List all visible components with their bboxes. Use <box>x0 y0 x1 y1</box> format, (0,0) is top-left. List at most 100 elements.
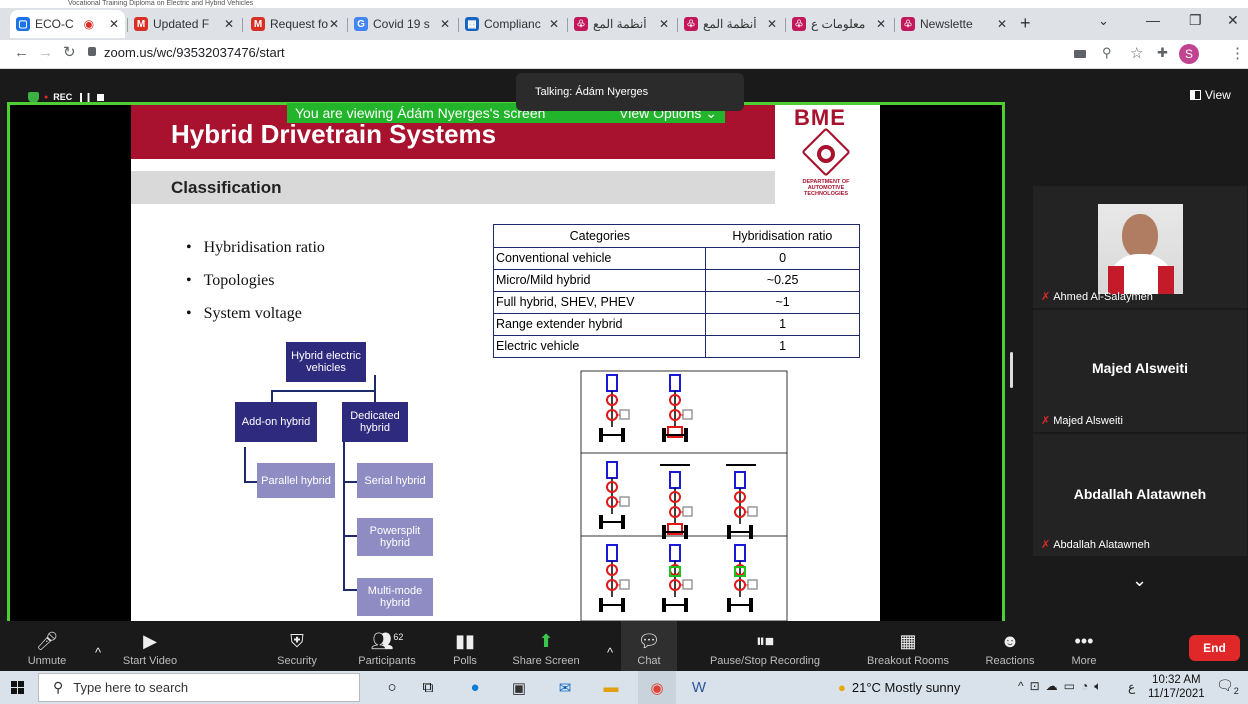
browser-tab[interactable]: ♧ أنظمة المع ✕ <box>568 10 675 38</box>
browser-tab[interactable]: ♧ أنظمة المع ✕ <box>678 10 783 38</box>
rec-label: REC <box>53 92 73 102</box>
polls-button[interactable]: ▮▮ Polls <box>450 621 480 671</box>
windows-start-icon[interactable] <box>0 671 34 704</box>
windows-taskbar: ⚲ Type here to search ○ ⧉ ● ▣ ✉ ▬ ◉ W ● 2… <box>0 671 1248 704</box>
browser-tab[interactable]: M Updated F ✕ <box>128 10 240 38</box>
tree-root-node: Hybrid electric vehicles <box>286 342 366 382</box>
table-row: Conventional vehicle 0 <box>494 247 859 270</box>
top-strip: Vocational Training Diploma on Electric … <box>0 0 1248 8</box>
pause-stop-recording-button[interactable]: ⏸︎⏹︎ Pause/Stop Recording <box>700 621 830 671</box>
presentation-slide: Hybrid Drivetrain Systems Classification… <box>131 105 880 622</box>
browser-tab[interactable]: ▢ ECO-C ◉ ✕ <box>10 10 125 38</box>
browser-tab[interactable]: M Request fo ✕ <box>245 10 345 38</box>
bme-logo: BME DEPARTMENT OF AUTOMOTIVE TECHNOLOGIES <box>793 105 859 205</box>
close-tab-icon[interactable]: ✕ <box>876 17 886 31</box>
taskbar-search-box[interactable]: ⚲ Type here to search <box>38 673 360 702</box>
close-tab-icon[interactable]: ✕ <box>997 17 1007 31</box>
close-window-button[interactable]: ✕ <box>1227 12 1239 29</box>
mic-muted-icon: ✗ <box>1041 415 1051 427</box>
restore-button[interactable]: ❐ <box>1189 12 1202 29</box>
table-cell: Full hybrid, SHEV, PHEV <box>494 291 707 314</box>
close-tab-icon[interactable]: ✕ <box>224 17 234 31</box>
security-button[interactable]: ⛨ Security <box>272 621 322 671</box>
viewing-text: You are viewing Ádám Nyerges's screen <box>295 105 546 121</box>
language-indicator[interactable]: ع <box>1128 680 1135 694</box>
close-tab-icon[interactable]: ✕ <box>329 17 339 31</box>
share-options-caret[interactable]: ^ <box>602 621 618 671</box>
browser-tab[interactable]: ♧ معلومات ع ✕ <box>786 10 892 38</box>
shield-icon <box>28 91 39 103</box>
system-tray-icons[interactable]: ^⊡☁▭◔🔈︎ <box>1018 679 1107 694</box>
clock[interactable]: 10:32 AM 11/17/2021 <box>1148 673 1205 701</box>
table-cell: Electric vehicle <box>494 335 707 357</box>
bookmark-star-icon[interactable]: ☆ <box>1130 44 1143 62</box>
table-cell: Range extender hybrid <box>494 313 707 336</box>
polls-icon: ▮▮ <box>455 631 475 651</box>
tab-title: Complianc <box>484 17 541 31</box>
chat-button[interactable]: 💬︎ Chat <box>621 621 677 671</box>
reactions-button[interactable]: ☻ Reactions <box>982 621 1038 671</box>
participant-tile[interactable]: Abdallah Alatawneh ✗ Abdallah Alatawneh <box>1033 434 1247 556</box>
share-screen-button[interactable]: ⬆ Share Screen <box>508 621 584 671</box>
close-tab-icon[interactable]: ✕ <box>659 17 669 31</box>
audio-options-caret[interactable]: ^ <box>90 621 106 671</box>
profile-avatar[interactable]: S <box>1179 44 1199 64</box>
weather-widget[interactable]: ● 21°C Mostly sunny <box>838 671 960 704</box>
panel-resize-handle[interactable] <box>1010 352 1013 388</box>
participant-tile[interactable]: ✗ Ahmed Al-Salaymeh <box>1033 186 1247 308</box>
chevron-down-icon[interactable]: ⌄ <box>1132 570 1147 591</box>
browser-tab[interactable]: ▦ Complianc ✕ <box>459 10 565 38</box>
mail-icon[interactable]: ✉ <box>550 671 580 704</box>
table-header: Categories <box>494 225 706 248</box>
browser-tab[interactable]: ♧ Newslette ✕ <box>895 10 1013 38</box>
new-tab-button[interactable]: + <box>1020 13 1031 34</box>
close-tab-icon[interactable]: ✕ <box>440 17 450 31</box>
file-explorer-icon[interactable]: ▬ <box>596 671 626 704</box>
table-row: Micro/Mild hybrid ~0.25 <box>494 269 859 292</box>
browser-tab[interactable]: G Covid 19 s ✕ <box>348 10 456 38</box>
table-row: Range extender hybrid 1 <box>494 313 859 336</box>
share-screen-icon: ⬆ <box>538 631 554 651</box>
back-icon[interactable]: ← <box>14 44 29 61</box>
word-icon[interactable]: W <box>684 671 714 704</box>
participants-button[interactable]: 👥︎62 Participants <box>350 621 424 671</box>
tab-title: Request fo <box>270 17 329 31</box>
rec-dot-icon: ● <box>44 93 49 101</box>
stop-recording-icon[interactable] <box>97 93 105 101</box>
site-settings-icon[interactable]: ⚲ <box>1102 45 1112 61</box>
recording-dot-icon: ◉ <box>83 17 95 31</box>
view-button[interactable]: View <box>1190 88 1231 102</box>
minimize-button[interactable]: — <box>1146 12 1160 28</box>
forward-icon[interactable]: → <box>38 44 53 61</box>
table-header: Hybridisation ratio <box>705 225 859 248</box>
end-meeting-button[interactable]: End <box>1189 635 1240 661</box>
hybridisation-table: Categories Hybridisation ratio Conventio… <box>493 224 860 358</box>
tab-search-icon[interactable]: ⌄ <box>1098 13 1109 29</box>
pause-recording-icon[interactable]: ❙❙ <box>77 92 92 103</box>
store-icon[interactable]: ▣ <box>504 671 534 704</box>
start-video-button[interactable]: ▶ Start Video <box>118 621 182 671</box>
browser-tab-bar: ▢ ECO-C ◉ ✕ M Updated F ✕ M Request fo ✕ G Covid 19… <box>0 8 1248 40</box>
camera-icon[interactable] <box>1074 50 1086 58</box>
task-view-icon[interactable]: ⧉ <box>416 671 440 704</box>
more-button[interactable]: ••• More <box>1066 621 1102 671</box>
cortana-icon[interactable]: ○ <box>380 671 404 704</box>
mic-muted-icon: 🎤︎ <box>35 631 59 651</box>
reload-icon[interactable]: ↻ <box>63 43 76 61</box>
table-cell: ~0.25 <box>705 269 859 292</box>
chat-icon: 💬︎ <box>637 631 661 651</box>
tab-favicon-icon: ♧ <box>792 17 806 31</box>
chrome-icon[interactable]: ◉ <box>638 671 676 704</box>
close-tab-icon[interactable]: ✕ <box>767 17 777 31</box>
breakout-rooms-button[interactable]: ▦ Breakout Rooms <box>860 621 956 671</box>
url-field[interactable]: zoom.us/wc/93532037476/start <box>104 45 285 60</box>
edge-icon[interactable]: ● <box>460 671 490 704</box>
tab-favicon-icon: ♧ <box>901 17 915 31</box>
close-tab-icon[interactable]: ✕ <box>109 17 119 31</box>
browser-menu-icon[interactable]: ⋮ <box>1230 44 1245 62</box>
close-tab-icon[interactable]: ✕ <box>549 17 559 31</box>
participant-tile[interactable]: Majed Alsweiti ✗ Majed Alsweiti <box>1033 310 1247 432</box>
notifications-icon[interactable]: 🗨︎2 <box>1216 677 1239 696</box>
unmute-button[interactable]: 🎤︎ Unmute <box>26 621 68 671</box>
extensions-icon[interactable]: ✚ <box>1157 45 1168 61</box>
